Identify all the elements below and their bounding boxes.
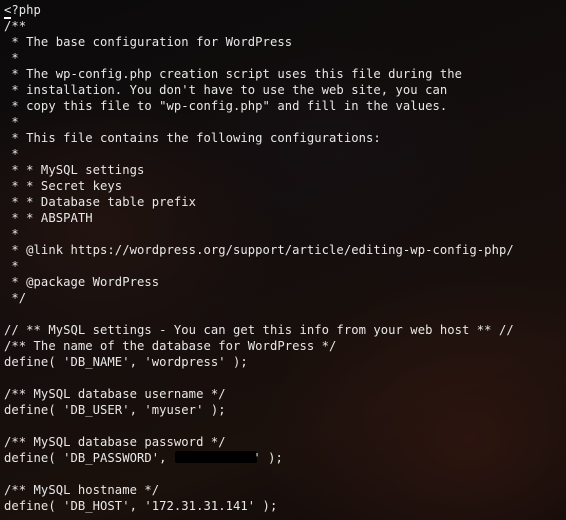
code-line-25: /** MySQL database username */ bbox=[4, 387, 226, 401]
code-line-12: * * Secret keys bbox=[4, 179, 123, 193]
code-line-28: /** MySQL database password */ bbox=[4, 435, 226, 449]
password-define-start: define( 'DB_PASSWORD', ' bbox=[4, 451, 182, 465]
code-line-11: * * MySQL settings bbox=[4, 163, 145, 177]
code-line-21: // ** MySQL settings - You can get this … bbox=[4, 323, 514, 337]
code-line-2: /** bbox=[4, 19, 27, 33]
code-line-13: * * Database table prefix bbox=[4, 195, 197, 209]
code-line-5: * The wp-config.php creation script uses… bbox=[4, 67, 463, 81]
code-line-26: define( 'DB_USER', 'myuser' ); bbox=[4, 403, 226, 417]
code-line-3: * The base configuration for WordPress bbox=[4, 35, 293, 49]
code-line-32: define( 'DB_HOST', '172.31.31.141' ); bbox=[4, 499, 278, 513]
code-line-9: * This file contains the following confi… bbox=[4, 131, 381, 145]
code-line-1: <?php bbox=[4, 2, 41, 19]
code-line-31: /** MySQL hostname */ bbox=[4, 483, 160, 497]
code-line-8: * bbox=[4, 115, 19, 129]
code-line-14: * * ABSPATH bbox=[4, 211, 93, 225]
code-line-18: * @package WordPress bbox=[4, 275, 160, 289]
code-line-1-text: ?php bbox=[11, 3, 41, 17]
password-define-end: ' ); bbox=[253, 451, 283, 465]
code-line-7: * copy this file to "wp-config.php" and … bbox=[4, 99, 448, 113]
code-line-15: * bbox=[4, 227, 19, 241]
code-line-29: define( 'DB_PASSWORD', ' ' ); bbox=[4, 450, 283, 466]
terminal-window[interactable]: <?php /** * The base configuration for W… bbox=[0, 0, 566, 520]
code-line-16: * @link https://wordpress.org/support/ar… bbox=[4, 243, 514, 257]
code-line-19: */ bbox=[4, 291, 27, 305]
code-line-6: * installation. You don't have to use th… bbox=[4, 83, 448, 97]
code-line-4: * bbox=[4, 51, 19, 65]
code-line-23: define( 'DB_NAME', 'wordpress' ); bbox=[4, 355, 248, 369]
code-line-10: * bbox=[4, 147, 19, 161]
redacted-password-block bbox=[175, 451, 258, 463]
code-line-17: * bbox=[4, 259, 19, 273]
code-line-22: /** The name of the database for WordPre… bbox=[4, 339, 337, 353]
